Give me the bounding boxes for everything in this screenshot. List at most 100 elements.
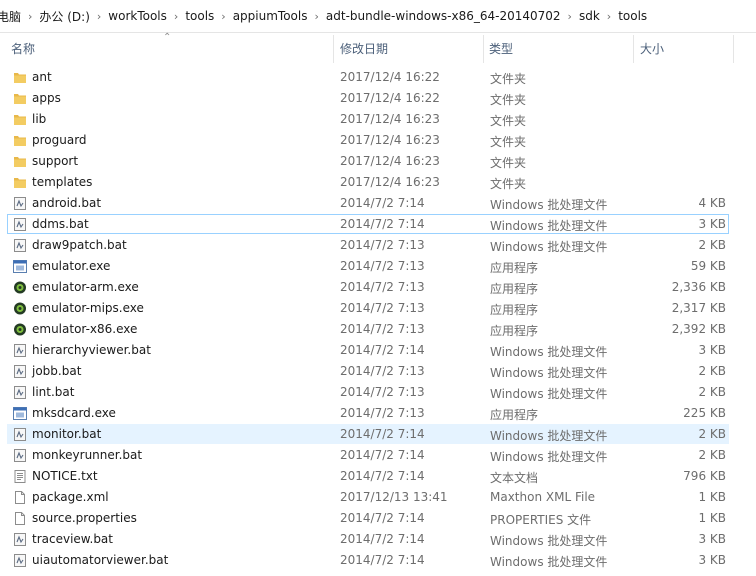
file-size: 225 KB (683, 406, 726, 420)
file-type: Windows 批处理文件 (490, 429, 608, 443)
file-name: lint.bat (32, 385, 75, 399)
breadcrumb-item[interactable]: workTools (104, 9, 171, 23)
folder-icon (13, 71, 27, 84)
breadcrumb-item[interactable]: tools (181, 9, 218, 23)
file-type: Windows 批处理文件 (490, 555, 608, 569)
column-size-label: 大小 (640, 42, 665, 56)
folder-icon (13, 134, 27, 147)
file-type: Windows 批处理文件 (490, 219, 608, 233)
file-row[interactable]: mksdcard.exe 2014/7/2 7:13 应用程序 225 KB (7, 403, 729, 423)
file-type: Windows 批处理文件 (490, 240, 608, 254)
file-row[interactable]: templates 2017/12/4 16:23 文件夹 (7, 172, 729, 192)
column-divider[interactable] (483, 35, 484, 63)
file-row[interactable]: draw9patch.bat 2014/7/2 7:13 Windows 批处理文件… (7, 235, 729, 255)
breadcrumb: 电脑›办公 (D:)›workTools›tools›appiumTools›a… (0, 0, 756, 33)
file-modified-date: 2017/12/4 16:23 (340, 112, 440, 126)
file-row[interactable]: package.xml 2017/12/13 13:41 Maxthon XML F… (7, 487, 729, 507)
file-name: source.properties (32, 511, 137, 525)
file-row[interactable]: emulator-mips.exe 2014/7/2 7:13 应用程序 2,317 … (7, 298, 729, 318)
file-size: 3 KB (698, 553, 726, 567)
file-row[interactable]: hierarchyviewer.bat 2014/7/2 7:14 Windows … (7, 340, 729, 360)
file-row[interactable]: uiautomatorviewer.bat 2014/7/2 7:14 Window… (7, 550, 729, 570)
column-type-label: 类型 (489, 42, 514, 56)
file-name: ddms.bat (32, 217, 89, 231)
chevron-right-icon[interactable]: › (218, 10, 228, 23)
file-modified-date: 2014/7/2 7:13 (340, 385, 425, 399)
chevron-right-icon[interactable]: › (311, 10, 321, 23)
file-modified-date: 2014/7/2 7:13 (340, 238, 425, 252)
file-row[interactable]: android.bat 2014/7/2 7:14 Windows 批处理文件 4 K… (7, 193, 729, 213)
file-row[interactable]: traceview.bat 2014/7/2 7:14 Windows 批处理文件 3… (7, 529, 729, 549)
android-exe-icon (13, 281, 27, 294)
breadcrumb-item[interactable]: adt-bundle-windows-x86_64-20140702 (322, 9, 565, 23)
file-row[interactable]: ant 2017/12/4 16:22 文件夹 (7, 67, 729, 87)
bat-file-icon (13, 449, 27, 462)
breadcrumb-item[interactable]: 办公 (D:) (35, 8, 93, 25)
file-row[interactable]: emulator-arm.exe 2014/7/2 7:13 应用程序 2,336 K… (7, 277, 729, 297)
exe-icon (13, 260, 27, 273)
file-row[interactable]: support 2017/12/4 16:23 文件夹 (7, 151, 729, 171)
folder-icon (13, 176, 27, 189)
chevron-right-icon[interactable]: › (604, 10, 614, 23)
column-divider[interactable] (633, 35, 634, 63)
file-modified-date: 2014/7/2 7:13 (340, 259, 425, 273)
column-header-date[interactable]: 修改日期 (340, 33, 388, 64)
chevron-right-icon[interactable]: › (25, 10, 35, 23)
file-size: 796 KB (683, 469, 726, 483)
column-divider[interactable] (733, 35, 734, 63)
file-modified-date: 2017/12/4 16:23 (340, 154, 440, 168)
file-modified-date: 2017/12/13 13:41 (340, 490, 448, 504)
bat-file-icon (13, 533, 27, 546)
file-row[interactable]: emulator-x86.exe 2014/7/2 7:13 应用程序 2,392 K… (7, 319, 729, 339)
file-type: Windows 批处理文件 (490, 198, 608, 212)
file-row[interactable]: apps 2017/12/4 16:22 文件夹 (7, 88, 729, 108)
file-modified-date: 2014/7/2 7:13 (340, 406, 425, 420)
file-name: proguard (32, 133, 87, 147)
file-size: 2,317 KB (671, 301, 726, 315)
file-name: NOTICE.txt (32, 469, 98, 483)
file-type: Windows 批处理文件 (490, 450, 608, 464)
file-row[interactable]: NOTICE.txt 2014/7/2 7:14 文本文档 796 KB (7, 466, 729, 486)
chevron-right-icon[interactable]: › (94, 10, 104, 23)
file-name: android.bat (32, 196, 102, 210)
file-modified-date: 2014/7/2 7:13 (340, 280, 425, 294)
blank-file-icon (13, 491, 27, 504)
file-row[interactable]: emulator.exe 2014/7/2 7:13 应用程序 59 KB (7, 256, 729, 276)
breadcrumb-item[interactable]: appiumTools (229, 9, 312, 23)
file-row[interactable]: source.properties 2014/7/2 7:14 PROPERTIES… (7, 508, 729, 528)
column-divider[interactable] (333, 35, 334, 63)
breadcrumb-item[interactable]: 电脑 (0, 8, 25, 25)
column-date-label: 修改日期 (340, 42, 389, 56)
file-modified-date: 2014/7/2 7:14 (340, 511, 425, 525)
file-size: 2,336 KB (671, 280, 726, 294)
file-name: draw9patch.bat (32, 238, 127, 252)
file-row[interactable]: ddms.bat 2014/7/2 7:14 Windows 批处理文件 3 KB (7, 214, 729, 234)
file-row[interactable]: monitor.bat 2014/7/2 7:14 Windows 批处理文件 2 K… (7, 424, 729, 444)
column-header-size[interactable]: 大小 (640, 33, 664, 64)
folder-icon (13, 113, 27, 126)
file-row[interactable]: monkeyrunner.bat 2014/7/2 7:14 Windows 批处理… (7, 445, 729, 465)
file-row[interactable]: proguard 2017/12/4 16:23 文件夹 (7, 130, 729, 150)
file-modified-date: 2014/7/2 7:14 (340, 532, 425, 546)
breadcrumb-item[interactable]: sdk (575, 9, 604, 23)
file-size: 4 KB (698, 196, 726, 210)
chevron-right-icon[interactable]: › (565, 10, 575, 23)
file-row[interactable]: jobb.bat 2014/7/2 7:13 Windows 批处理文件 2 KB (7, 361, 729, 381)
file-modified-date: 2014/7/2 7:13 (340, 322, 425, 336)
file-name: apps (32, 91, 61, 105)
file-type: 文件夹 (490, 72, 527, 86)
file-modified-date: 2014/7/2 7:14 (340, 343, 425, 357)
column-header-name[interactable]: 名称 (11, 33, 35, 64)
chevron-right-icon[interactable]: › (171, 10, 181, 23)
file-row[interactable]: lint.bat 2014/7/2 7:13 Windows 批处理文件 2 KB (7, 382, 729, 402)
file-name: jobb.bat (32, 364, 82, 378)
file-name: lib (32, 112, 47, 126)
file-type: 文件夹 (490, 114, 527, 128)
breadcrumb-item[interactable]: tools (614, 9, 651, 23)
file-row[interactable]: lib 2017/12/4 16:23 文件夹 (7, 109, 729, 129)
file-type: Windows 批处理文件 (490, 387, 608, 401)
column-name-label: 名称 (11, 42, 36, 56)
bat-file-icon (13, 218, 27, 231)
file-modified-date: 2017/12/4 16:22 (340, 91, 440, 105)
column-header-type[interactable]: 类型 (489, 33, 513, 64)
